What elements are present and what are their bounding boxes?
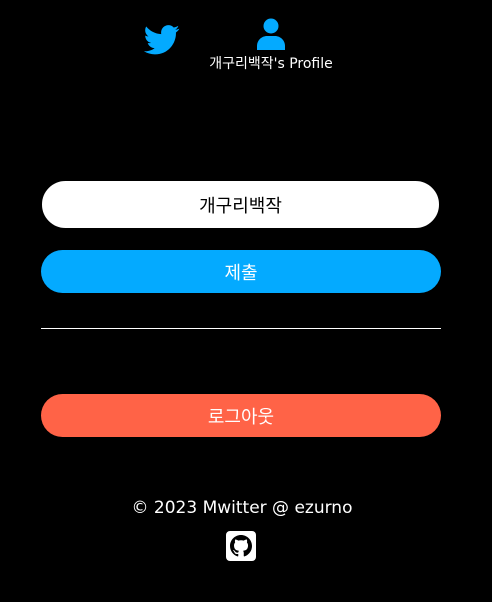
submit-button[interactable]: 제출 xyxy=(41,250,441,293)
logout-button[interactable]: 로그아웃 xyxy=(41,394,441,437)
footer-copyright: © 2023 Mwitter @ ezurno xyxy=(131,498,353,518)
divider xyxy=(41,328,441,329)
profile-link-label: 개구리백작's Profile xyxy=(209,56,333,72)
user-icon xyxy=(257,18,285,50)
profile-link[interactable]: 개구리백작's Profile xyxy=(196,18,346,84)
profile-page: 개구리백작's Profile 제출 로그아웃 © 2023 Mwitter @… xyxy=(0,0,492,602)
twitter-icon xyxy=(144,25,180,55)
home-link[interactable] xyxy=(142,20,182,60)
display-name-input[interactable] xyxy=(41,180,440,229)
github-icon xyxy=(230,535,252,557)
github-link[interactable] xyxy=(226,531,256,561)
